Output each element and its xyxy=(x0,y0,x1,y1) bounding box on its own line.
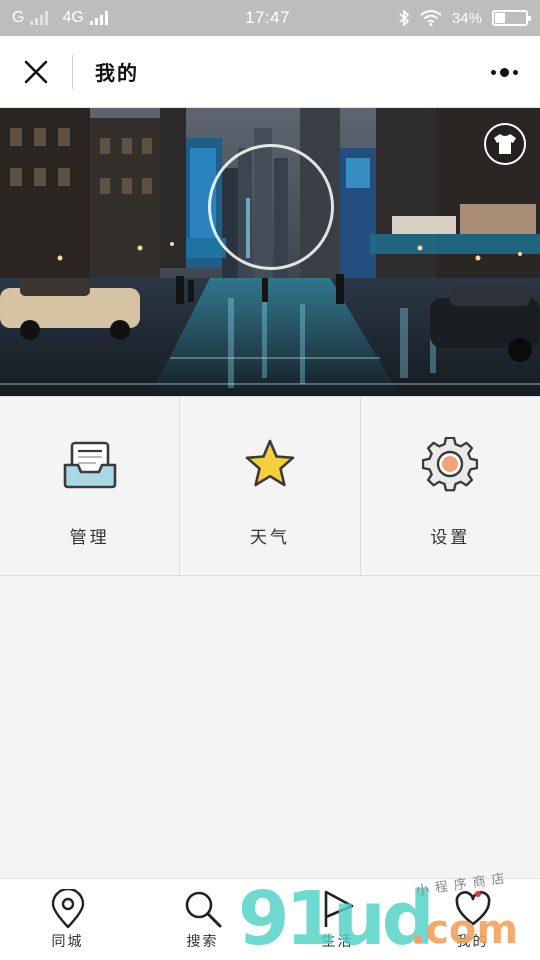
bottom-nav: 同城 搜索 生活 我的 xyxy=(0,878,540,960)
search-icon xyxy=(185,891,221,928)
bluetooth-icon xyxy=(399,10,409,26)
star-icon xyxy=(245,439,295,487)
avatar-ring[interactable] xyxy=(208,144,334,270)
grid-label-weather: 天气 xyxy=(249,528,290,548)
signal-icon-2 xyxy=(89,11,108,25)
close-icon xyxy=(24,60,48,83)
gear-icon xyxy=(422,437,479,492)
nav-item-life[interactable]: 生活 xyxy=(270,879,405,960)
nav-item-local[interactable]: 同城 xyxy=(0,879,135,960)
status-time: 17:47 xyxy=(245,8,291,27)
battery-percent: 34% xyxy=(451,9,482,27)
hero-banner xyxy=(0,108,540,396)
nav-label-search: 搜索 xyxy=(186,934,219,950)
location-pin-icon xyxy=(51,889,84,929)
title-divider xyxy=(72,54,73,89)
heart-icon xyxy=(455,891,490,926)
notification-badge xyxy=(475,891,481,897)
title-bar: 我的 xyxy=(0,36,540,108)
nav-label-local: 同城 xyxy=(51,934,84,950)
grid-item-manage[interactable]: 管理 xyxy=(0,397,181,575)
skin-button[interactable] xyxy=(484,123,526,165)
status-left: G 4G xyxy=(12,9,108,27)
wifi-icon xyxy=(420,10,442,26)
grid-label-manage: 管理 xyxy=(69,528,110,548)
tshirt-icon xyxy=(494,134,516,154)
signal-icon xyxy=(30,11,49,25)
grid-label-settings: 设置 xyxy=(430,528,471,548)
nav-item-search[interactable]: 搜索 xyxy=(135,879,270,960)
page-title: 我的 xyxy=(95,61,139,85)
status-right: 34% xyxy=(398,9,531,27)
carrier-label: G xyxy=(12,9,25,26)
more-options-icon xyxy=(490,67,518,77)
network-label: 4G xyxy=(62,9,84,26)
status-bar: G 4G 17:47 34% xyxy=(0,0,540,36)
nav-label-mine: 我的 xyxy=(456,934,489,950)
more-options-button[interactable] xyxy=(486,58,522,86)
grid-item-weather[interactable]: 天气 xyxy=(180,397,361,575)
battery-icon xyxy=(492,10,531,26)
grid-item-settings[interactable]: 设置 xyxy=(361,397,540,575)
play-flag-icon xyxy=(324,890,353,927)
inbox-tray-icon xyxy=(63,441,116,489)
close-button[interactable] xyxy=(0,36,72,108)
nav-item-mine[interactable]: 我的 xyxy=(405,879,540,960)
nav-label-life: 生活 xyxy=(321,934,354,950)
function-grid: 管理 天气 设置 xyxy=(0,396,540,576)
